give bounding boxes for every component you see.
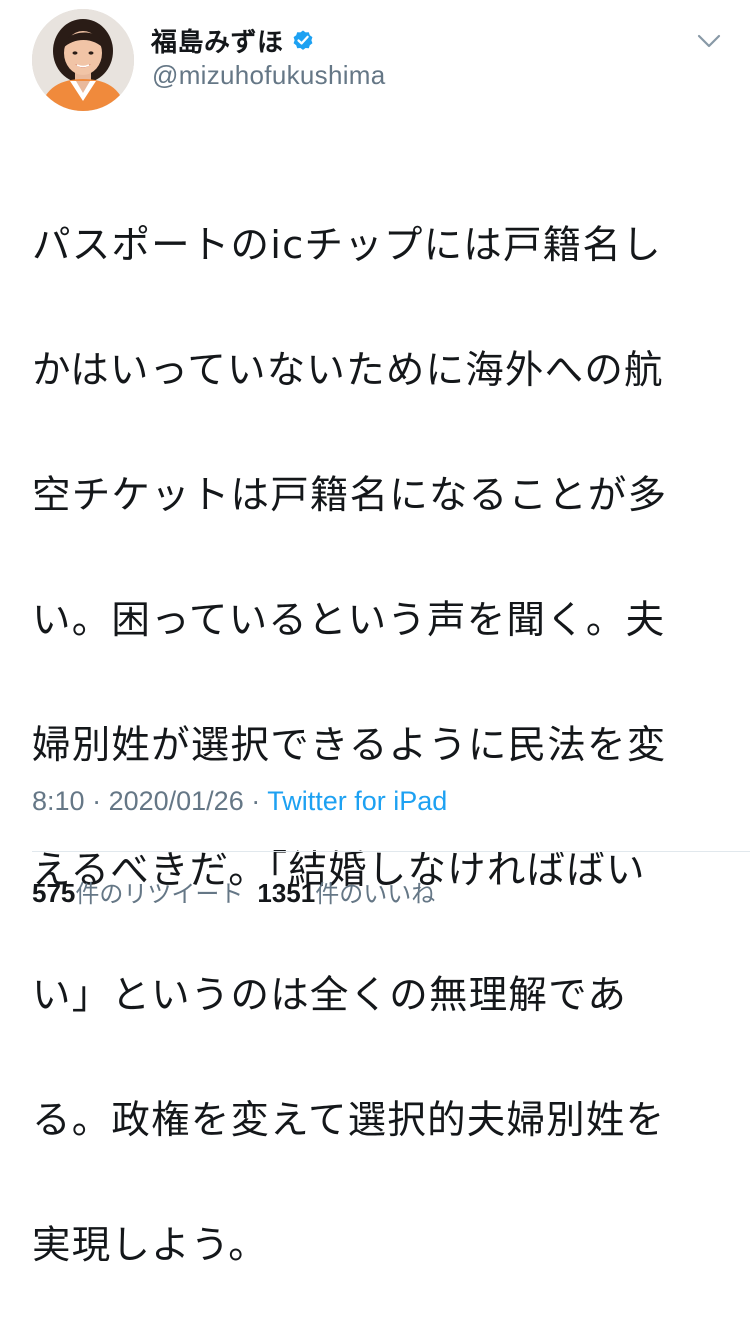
tweet-source-link[interactable]: Twitter for iPad (267, 786, 447, 816)
tweet-text-line: 婦別姓が選択できるように民法を変 (32, 722, 667, 768)
user-name-row[interactable]: 福島みずほ (151, 20, 315, 60)
tweet-text-line: い。困っているという声を聞く。夫 (32, 597, 666, 643)
profile-photo (32, 9, 134, 111)
tweet-text-line: る。政権を変えて選択的夫婦別姓を (32, 1097, 666, 1143)
tweet-text: パスポートのicチップには戸籍名し かはいっていないために海外への航 空チケット… (32, 152, 722, 1340)
tweet-time[interactable]: 8:10 (32, 786, 85, 816)
more-options-chevron-down-icon[interactable] (694, 26, 724, 56)
tweet-text-line: い」というのは全くの無理解であ (32, 972, 628, 1018)
retweets-label[interactable]: 件のリツイート (75, 874, 243, 909)
tweet-date[interactable]: 2020/01/26 (109, 786, 244, 816)
avatar[interactable] (32, 9, 134, 111)
meta-separator: · (251, 786, 268, 816)
retweets-count[interactable]: 575 (32, 878, 75, 909)
display-name[interactable]: 福島みずほ (151, 22, 284, 59)
likes-label[interactable]: 件のいいね (315, 874, 435, 909)
tweet-text-line: 空チケットは戸籍名になることが多 (32, 472, 668, 518)
tweet-text-line: パスポートのicチップには戸籍名し (32, 222, 662, 268)
tweet-text-line: かはいっていないために海外への航 (32, 347, 664, 393)
divider (32, 851, 750, 852)
meta-separator: · (92, 786, 109, 816)
tweet-meta: 8:10 · 2020/01/26 · Twitter for iPad (32, 786, 447, 817)
verified-badge-icon (291, 28, 315, 52)
likes-count[interactable]: 1351 (257, 878, 315, 909)
user-handle[interactable]: @mizuhofukushima (152, 60, 386, 91)
tweet-text-line: 実現しよう。 (32, 1222, 268, 1268)
tweet-stats: 575 件のリツイート 1351 件のいいね (32, 874, 449, 909)
